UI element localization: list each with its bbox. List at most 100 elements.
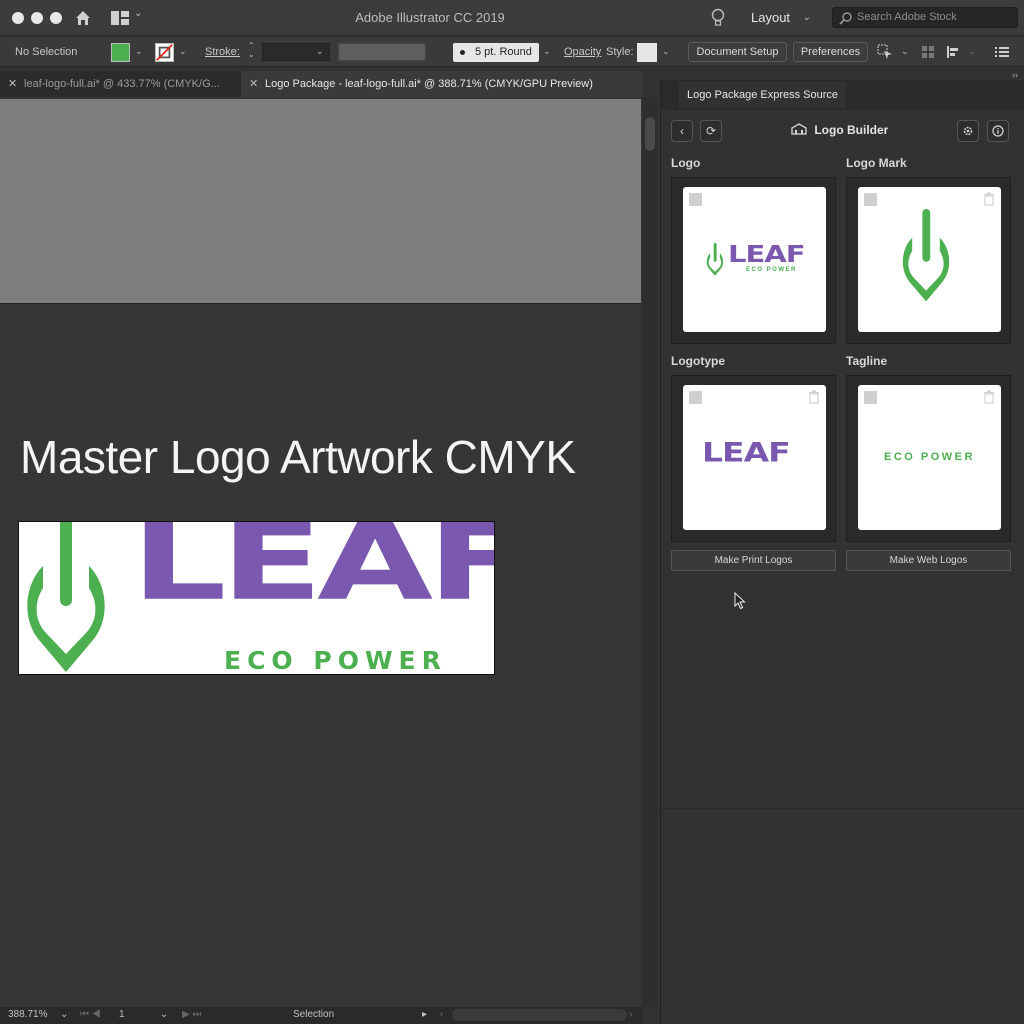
opacity-label[interactable]: Opacity bbox=[564, 37, 601, 67]
section-label-logotype: Logotype bbox=[671, 354, 725, 368]
workspace-switcher[interactable]: Layout ⌄ bbox=[741, 7, 821, 29]
collapse-panels-icon[interactable]: ›› bbox=[1012, 70, 1018, 80]
fill-swatch[interactable] bbox=[111, 43, 130, 62]
zoom-level[interactable]: 388.71% bbox=[8, 1009, 47, 1020]
leaf-power-mark-icon bbox=[902, 209, 950, 302]
tab-label: Logo Package - leaf-logo-full.ai* @ 388.… bbox=[265, 78, 593, 90]
scrollbar-thumb[interactable] bbox=[645, 117, 655, 151]
artboard-number[interactable]: 1 bbox=[119, 1009, 125, 1020]
document-setup-button[interactable]: Document Setup bbox=[688, 42, 787, 62]
chevron-down-icon[interactable]: ⌄ bbox=[901, 46, 909, 57]
logo-tagline: ECO POWER bbox=[224, 646, 447, 675]
close-icon[interactable]: ✕ bbox=[249, 71, 258, 97]
tab-logo-package[interactable]: ✕ Logo Package - leaf-logo-full.ai* @ 38… bbox=[241, 71, 642, 97]
logotype-card[interactable]: LEAF bbox=[671, 375, 836, 542]
logo-mark-card[interactable] bbox=[846, 177, 1011, 344]
stepper-icon[interactable]: ⌃ ⌄ bbox=[248, 41, 255, 59]
logo-wordmark: LEAF bbox=[131, 521, 495, 625]
preferences-button[interactable]: Preferences bbox=[793, 42, 868, 62]
info-button[interactable] bbox=[987, 120, 1009, 142]
chevron-down-icon[interactable]: ⌄ bbox=[662, 46, 670, 57]
status-menu-icon[interactable]: ▸ bbox=[422, 1009, 427, 1020]
selection-status: No Selection bbox=[15, 46, 78, 58]
logo-card[interactable]: LEAF ECO POWER bbox=[671, 177, 836, 344]
building-icon bbox=[791, 123, 807, 135]
brush-definition-field[interactable]: 5 pt. Round bbox=[453, 43, 539, 62]
refresh-button[interactable]: ⟳ bbox=[700, 120, 722, 142]
brush-label: 5 pt. Round bbox=[475, 46, 532, 58]
lightbulb-icon[interactable] bbox=[710, 8, 726, 28]
distribute-icon[interactable] bbox=[946, 44, 962, 60]
current-tool: Selection bbox=[293, 1009, 335, 1020]
panel-menu-icon[interactable] bbox=[994, 44, 1010, 60]
logo-builder-label: Logo Builder bbox=[814, 123, 889, 137]
logo-card-tagline: ECO POWER bbox=[746, 267, 797, 273]
search-placeholder: Search Adobe Stock bbox=[857, 11, 957, 23]
make-print-logos-button[interactable]: Make Print Logos bbox=[671, 550, 836, 571]
adobe-stock-search-input[interactable]: Search Adobe Stock bbox=[832, 7, 1018, 28]
back-button[interactable]: ‹ bbox=[671, 120, 693, 142]
stroke-none-swatch[interactable] bbox=[155, 43, 174, 62]
tab-leaf-logo-full[interactable]: ✕ leaf-logo-full.ai* @ 433.77% (CMYK/G..… bbox=[0, 71, 241, 97]
chevron-down-icon[interactable]: ⌄ bbox=[160, 1009, 168, 1020]
artboard-icon[interactable] bbox=[689, 193, 702, 206]
next-artboard-icon[interactable]: ▶ ⏭ bbox=[182, 1009, 201, 1020]
canvas-vertical-scrollbar[interactable] bbox=[642, 97, 658, 1007]
trash-icon[interactable] bbox=[983, 192, 995, 206]
style-label: Style: bbox=[606, 46, 634, 58]
chevron-down-icon[interactable]: ⌄ bbox=[135, 46, 143, 57]
chevron-down-icon[interactable]: ⌄ bbox=[316, 46, 324, 57]
scroll-right-icon[interactable]: › bbox=[629, 1009, 632, 1020]
tagline-card[interactable]: ECO POWER bbox=[846, 375, 1011, 542]
app-title: Adobe Illustrator CC 2019 bbox=[355, 10, 505, 25]
panel-divider bbox=[661, 808, 1024, 809]
logo-card-wordmark: LEAF bbox=[728, 240, 806, 268]
leaf-power-mark-icon bbox=[706, 243, 724, 276]
workspace-label: Layout bbox=[751, 10, 791, 25]
artboard-gray-area bbox=[0, 99, 641, 304]
mouse-cursor-icon bbox=[734, 592, 746, 610]
tab-label: leaf-logo-full.ai* @ 433.77% (CMYK/G... bbox=[24, 78, 220, 90]
chevron-down-icon[interactable]: ⌄ bbox=[60, 1009, 68, 1020]
control-bar: No Selection ⌄ ⌄ Stroke: ⌃ ⌄ ⌄ 5 pt. Roun… bbox=[0, 37, 1024, 67]
leaf-power-mark-icon bbox=[27, 522, 105, 672]
artboard-icon[interactable] bbox=[689, 391, 702, 404]
horizontal-scrollbar[interactable] bbox=[452, 1009, 627, 1021]
first-artboard-icon[interactable]: ⏮ ◀ bbox=[80, 1009, 101, 1020]
scroll-left-icon[interactable]: ‹ bbox=[440, 1009, 443, 1020]
chevron-down-icon[interactable]: ⌄ bbox=[968, 46, 976, 57]
document-canvas[interactable]: Master Logo Artwork CMYK LEAF ECO POWER bbox=[0, 97, 642, 1007]
tagline-text: ECO POWER bbox=[884, 451, 975, 463]
section-label-logo: Logo bbox=[671, 156, 701, 170]
align-icon[interactable] bbox=[920, 44, 936, 60]
logotype-preview: LEAF bbox=[683, 385, 826, 530]
panel-tab-logo-package[interactable]: Logo Package Express Source bbox=[679, 82, 847, 108]
graphic-style-swatch[interactable] bbox=[637, 43, 657, 62]
section-label-logo-mark: Logo Mark bbox=[846, 156, 907, 170]
gear-icon bbox=[963, 126, 973, 136]
close-icon[interactable]: ✕ bbox=[8, 71, 17, 97]
master-logo-heading: Master Logo Artwork CMYK bbox=[20, 431, 576, 483]
logotype-wordmark: LEAF bbox=[702, 436, 791, 468]
title-bar: ⌄ Adobe Illustrator CC 2019 Layout ⌄ Sea… bbox=[0, 0, 1024, 36]
make-web-logos-button[interactable]: Make Web Logos bbox=[846, 550, 1011, 571]
status-bar: 388.71% ⌄ ⏮ ◀ 1 ⌄ ▶ ⏭ Selection ▸ ‹ › bbox=[0, 1007, 642, 1024]
trash-icon[interactable] bbox=[983, 390, 995, 404]
select-similar-icon[interactable] bbox=[877, 44, 893, 60]
trash-icon[interactable] bbox=[808, 390, 820, 404]
info-icon bbox=[992, 125, 1004, 137]
logo-builder-title: Logo Builder bbox=[791, 123, 888, 137]
chevron-down-icon: ⌄ bbox=[802, 12, 811, 23]
artboard-icon[interactable] bbox=[864, 193, 877, 206]
artboard-icon[interactable] bbox=[864, 391, 877, 404]
stroke-label[interactable]: Stroke: bbox=[205, 37, 240, 67]
search-icon bbox=[839, 12, 852, 25]
document-tab-bar: ✕ leaf-logo-full.ai* @ 433.77% (CMYK/G..… bbox=[0, 71, 642, 97]
chevron-down-icon[interactable]: ⌄ bbox=[179, 46, 187, 57]
tagline-preview: ECO POWER bbox=[858, 385, 1001, 530]
master-logo-artwork[interactable]: LEAF ECO POWER bbox=[18, 521, 495, 675]
chevron-down-icon[interactable]: ⌄ bbox=[543, 46, 551, 57]
variable-width-profile[interactable] bbox=[338, 43, 426, 61]
logo-preview: LEAF ECO POWER bbox=[683, 187, 826, 332]
settings-button[interactable] bbox=[957, 120, 979, 142]
